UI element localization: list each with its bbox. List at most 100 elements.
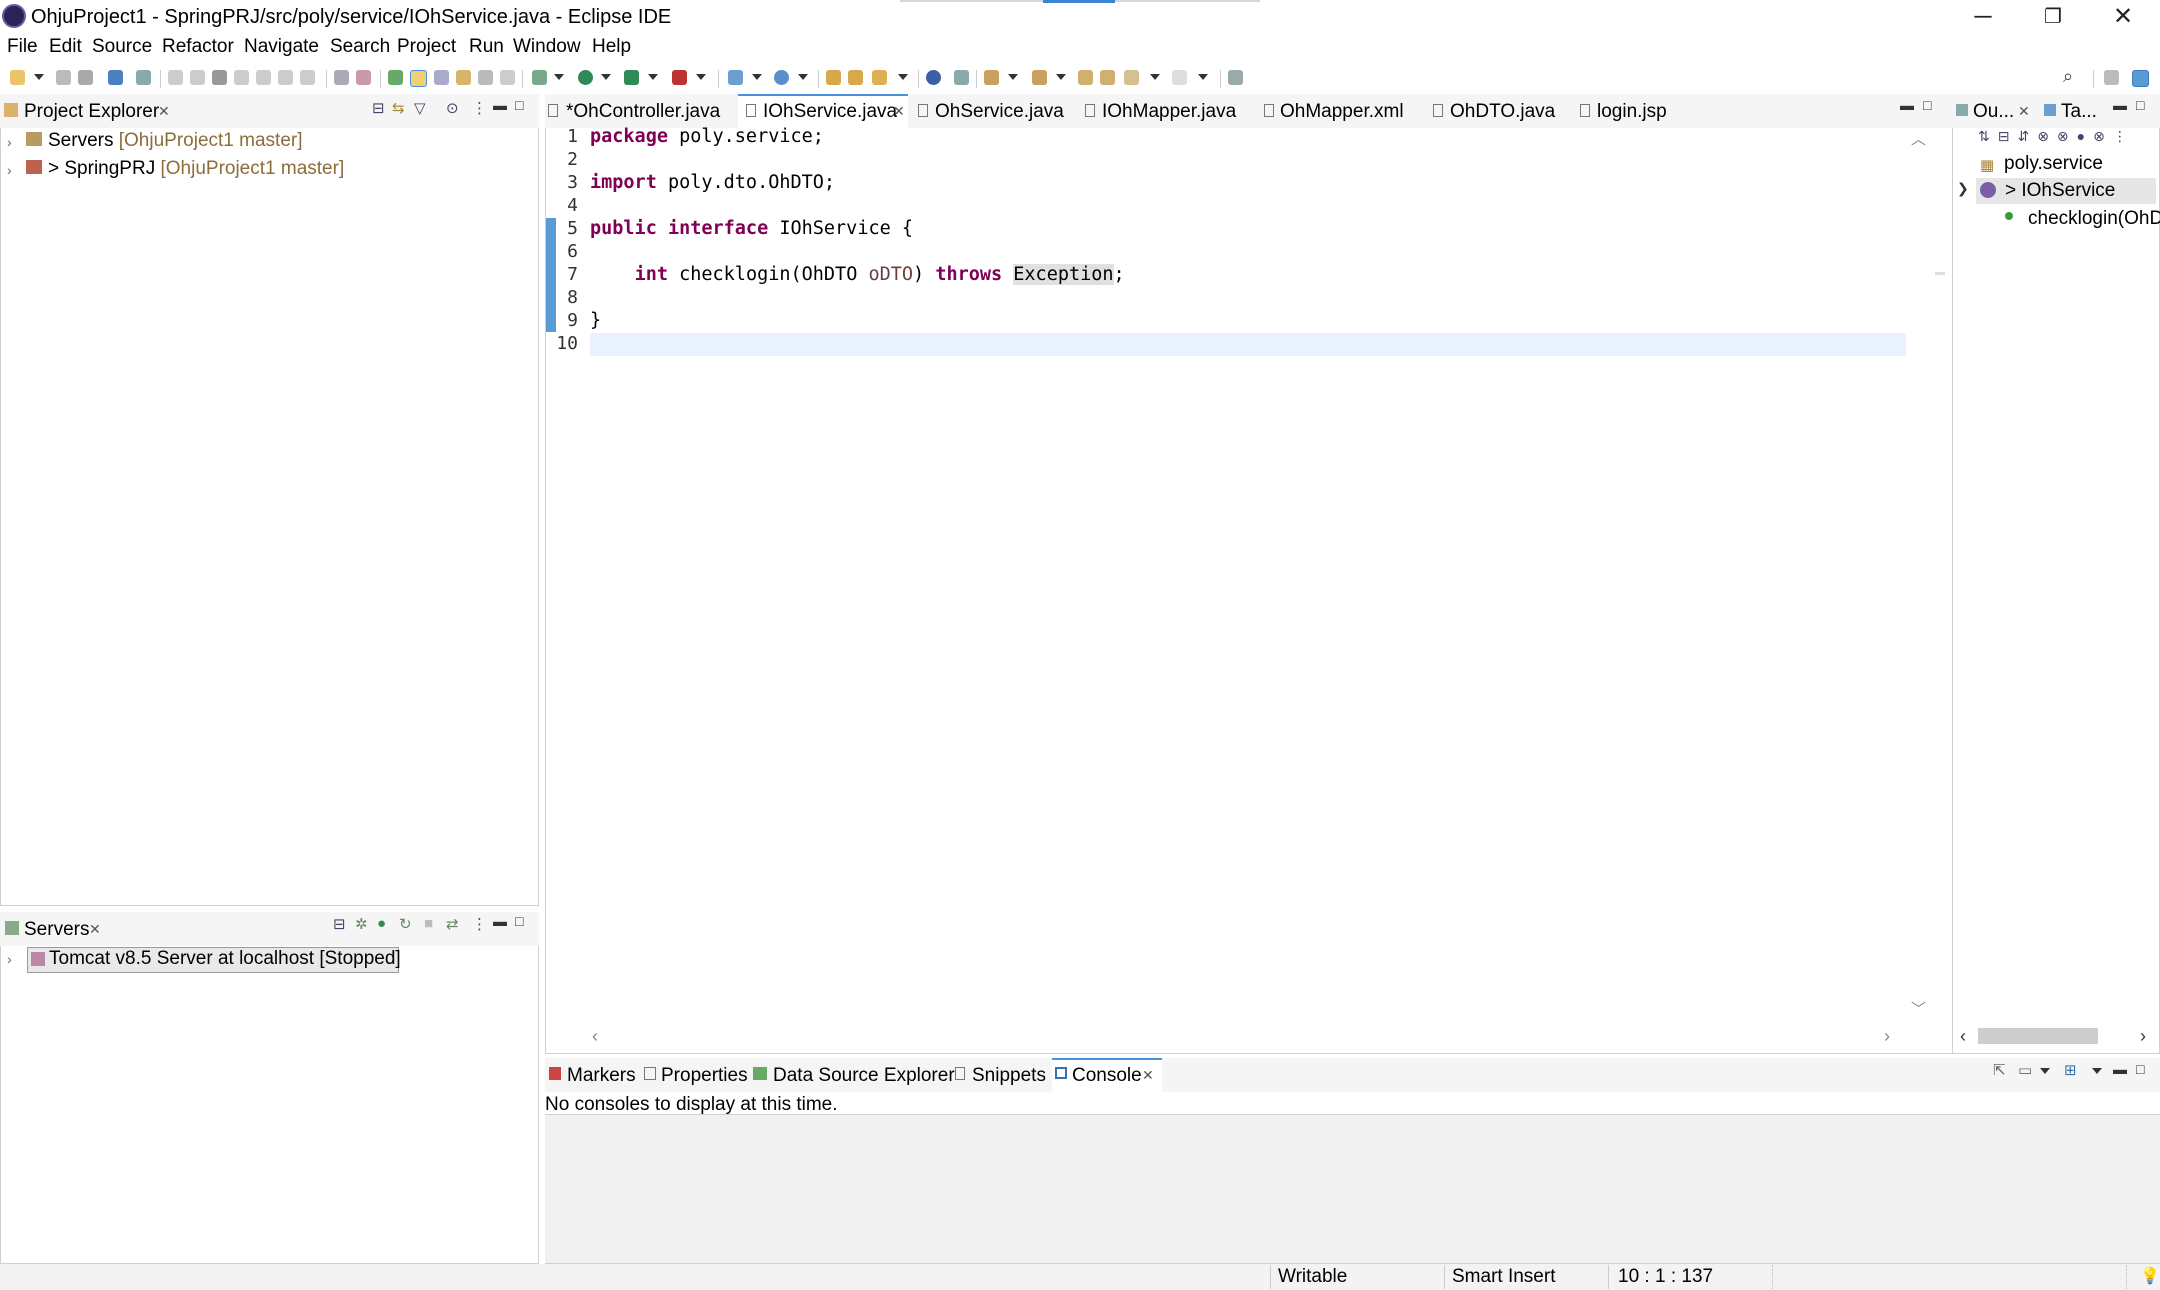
minimize-view-icon[interactable]: ▬ — [2113, 1061, 2127, 1077]
project-explorer-title[interactable]: Project Explorer — [24, 101, 159, 123]
display-console-icon[interactable]: ▭ — [2018, 1061, 2032, 1079]
terminal-icon[interactable] — [108, 70, 123, 85]
save-all-icon[interactable] — [78, 70, 93, 85]
publish-icon[interactable]: ⇄ — [446, 915, 459, 933]
minimize-view-icon[interactable]: ▬ — [2113, 97, 2127, 113]
code-line[interactable]: } — [590, 310, 601, 331]
new-project-dropdown-icon[interactable] — [752, 74, 762, 80]
new-dropdown-icon[interactable] — [34, 74, 44, 80]
search-tool-icon[interactable] — [872, 70, 887, 85]
code-line[interactable]: import poly.dto.OhDTO; — [590, 172, 835, 193]
scroll-right-icon[interactable]: › — [2140, 1026, 2146, 1047]
external-tools-icon[interactable] — [672, 70, 687, 85]
tab-ohmapper-xml[interactable]: OhMapper.xml — [1280, 101, 1404, 123]
scroll-right-icon[interactable]: › — [1884, 1026, 1890, 1047]
scroll-left-icon[interactable]: ‹ — [592, 1026, 598, 1047]
step-over-icon[interactable] — [278, 70, 293, 85]
menu-edit[interactable]: Edit — [49, 36, 82, 58]
server-item-tomcat[interactable]: Tomcat v8.5 Server at localhost [Stopped… — [49, 948, 401, 970]
suspend-icon[interactable] — [190, 70, 205, 85]
close-icon[interactable]: ✕ — [1142, 1067, 1154, 1084]
stop-server-icon[interactable]: ■ — [424, 915, 433, 932]
code-line[interactable]: public interface IOhService { — [590, 218, 913, 239]
prev-annotation-icon[interactable] — [1032, 70, 1047, 85]
outline-toolbar[interactable]: ⇅⊟⇵⊗⊗●⊗⋮ — [1978, 128, 2135, 145]
tab-console[interactable]: Console — [1072, 1065, 1142, 1087]
forward-edit-icon[interactable] — [1100, 70, 1115, 85]
tab-data-source-explorer[interactable]: Data Source Explorer — [773, 1065, 955, 1087]
tab-outline[interactable]: Ou... — [1973, 101, 2014, 123]
outline-package[interactable]: poly.service — [2004, 153, 2103, 175]
tab-snippets[interactable]: Snippets — [972, 1065, 1046, 1087]
expand-arrow-icon[interactable]: › — [7, 134, 12, 150]
new-class-dropdown-icon[interactable] — [798, 74, 808, 80]
skip-breakpoints-icon[interactable] — [136, 70, 151, 85]
run-icon[interactable] — [578, 70, 593, 85]
code-line[interactable]: int checklogin(OhDTO oDTO) throws Except… — [590, 264, 1125, 285]
search-icon[interactable]: ⌕ — [2063, 66, 2073, 87]
pilcrow-icon[interactable] — [500, 70, 515, 85]
maximize-view-icon[interactable]: □ — [2136, 1061, 2144, 1077]
tab-login-jsp[interactable]: login.jsp — [1597, 101, 1667, 123]
back-icon[interactable] — [1124, 70, 1139, 85]
last-edit-icon[interactable] — [1078, 70, 1093, 85]
outline-method[interactable]: checklogin(OhD — [2028, 208, 2160, 230]
servers-title[interactable]: Servers — [24, 919, 89, 941]
debug-server-icon[interactable]: ✲ — [355, 915, 368, 933]
focus-icon[interactable]: ⊙ — [446, 99, 459, 117]
close-icon[interactable]: ✕ — [158, 103, 170, 120]
menu-project[interactable]: Project — [397, 36, 456, 58]
open-folder-icon[interactable] — [826, 70, 841, 85]
use-step-filters-icon[interactable] — [334, 70, 349, 85]
menu-source[interactable]: Source — [92, 36, 152, 58]
word-wrap-icon[interactable] — [434, 70, 449, 85]
tab-task-list[interactable]: Ta... — [2061, 101, 2097, 123]
minimize-button[interactable]: ─ — [1948, 0, 2018, 34]
minimize-editor-icon[interactable]: ▬ — [1900, 97, 1914, 113]
filter-icon[interactable]: ▽ — [414, 99, 426, 117]
view-menu-icon[interactable]: ⋮ — [472, 915, 487, 933]
menu-window[interactable]: Window — [513, 36, 581, 58]
tab-ohdto[interactable]: OhDTO.java — [1450, 101, 1555, 123]
collapse-all-icon[interactable]: ⊟ — [372, 99, 385, 117]
new-java-project-icon[interactable] — [728, 70, 743, 85]
menu-navigate[interactable]: Navigate — [244, 36, 319, 58]
expand-arrow-icon[interactable]: › — [7, 162, 12, 178]
menu-run[interactable]: Run — [469, 36, 504, 58]
run-dropdown-icon[interactable] — [601, 74, 611, 80]
scroll-down-icon[interactable]: ﹀ — [1911, 998, 1926, 1019]
console-area[interactable] — [545, 1115, 2160, 1263]
new-icon[interactable] — [10, 70, 25, 85]
expand-arrow-icon[interactable]: › — [7, 951, 12, 967]
close-tab-icon[interactable]: ✕ — [893, 103, 905, 120]
tab-ohcontroller[interactable]: *OhController.java — [566, 101, 720, 123]
scroll-up-icon[interactable]: ︿ — [1911, 128, 1926, 149]
start-server-icon[interactable]: ● — [377, 915, 386, 932]
close-window-button[interactable]: ✕ — [2088, 0, 2158, 34]
debug-dropdown-icon[interactable] — [554, 74, 564, 80]
back-dropdown-icon[interactable] — [1150, 74, 1160, 80]
menu-file[interactable]: File — [7, 36, 38, 58]
pin-console-icon[interactable]: ⇱ — [1993, 1061, 2006, 1079]
block-select-icon[interactable] — [456, 70, 471, 85]
open-task-icon[interactable] — [848, 70, 863, 85]
maximize-view-icon[interactable]: □ — [515, 97, 523, 113]
maximize-view-icon[interactable]: □ — [515, 913, 523, 929]
horizontal-scroll-thumb[interactable] — [1978, 1028, 2098, 1044]
open-type-icon[interactable] — [356, 70, 371, 85]
maximize-editor-icon[interactable]: □ — [1923, 97, 1931, 113]
minimize-view-icon[interactable]: ▬ — [493, 913, 507, 929]
external-tools-dropdown-icon[interactable] — [696, 74, 706, 80]
tab-properties[interactable]: Properties — [661, 1065, 748, 1087]
restore-button[interactable]: ❐ — [2018, 0, 2088, 34]
code-line[interactable]: package poly.service; — [590, 126, 824, 147]
show-whitespace-icon[interactable] — [478, 70, 493, 85]
toggle-mark-icon[interactable] — [388, 70, 403, 85]
open-console-icon[interactable]: ⊞ — [2064, 1061, 2077, 1079]
tip-lightbulb-icon[interactable]: 💡 — [2140, 1266, 2160, 1286]
link-with-editor-icon[interactable]: ⇆ — [392, 99, 405, 117]
profile-server-icon[interactable]: ↻ — [399, 915, 412, 933]
pin-editor-icon[interactable] — [1228, 70, 1243, 85]
save-icon[interactable] — [56, 70, 71, 85]
tree-item-springprj[interactable]: > SpringPRJ [OhjuProject1 master] — [48, 158, 344, 180]
